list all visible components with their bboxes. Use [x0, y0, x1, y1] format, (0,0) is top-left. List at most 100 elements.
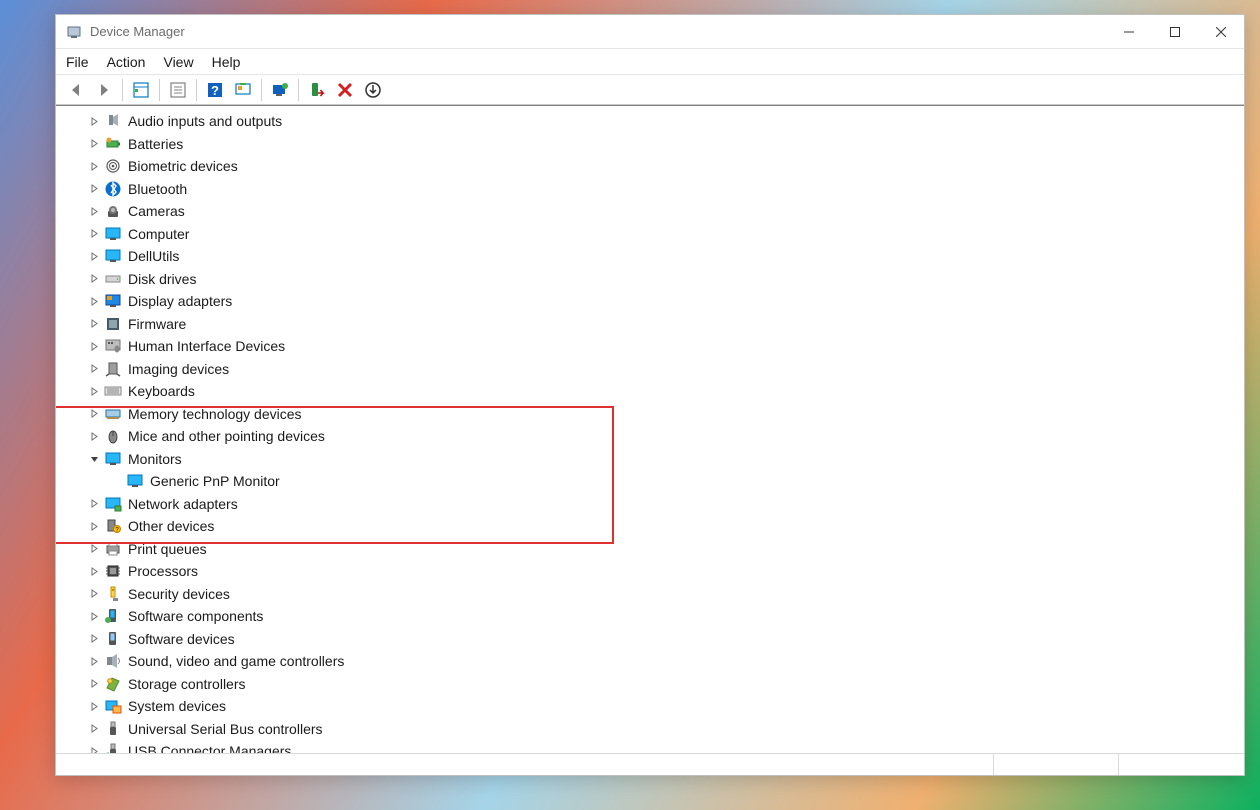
tree-node[interactable]: Computer: [86, 223, 1244, 246]
tree-node[interactable]: Cameras: [86, 200, 1244, 223]
menu-view[interactable]: View: [163, 54, 193, 70]
expand-icon[interactable]: [86, 724, 102, 733]
tree-node[interactable]: Storage controllers: [86, 673, 1244, 696]
tree-node[interactable]: Processors: [86, 560, 1244, 583]
expand-icon[interactable]: [86, 319, 102, 328]
menu-bar: File Action View Help: [56, 49, 1244, 75]
swdev-icon: [104, 630, 122, 648]
collapse-icon[interactable]: [86, 454, 102, 463]
update-driver-button[interactable]: [268, 78, 292, 102]
tree-node-label: Other devices: [128, 518, 214, 534]
imaging-icon: [104, 360, 122, 378]
tree-node[interactable]: Software components: [86, 605, 1244, 628]
forward-button[interactable]: [92, 78, 116, 102]
expand-icon[interactable]: [86, 679, 102, 688]
tree-node[interactable]: System devices: [86, 695, 1244, 718]
tree-node[interactable]: Monitors: [86, 448, 1244, 471]
tree-node[interactable]: Disk drives: [86, 268, 1244, 291]
tree-node[interactable]: USB Connector Managers: [86, 740, 1244, 753]
expand-icon[interactable]: [86, 567, 102, 576]
expand-icon[interactable]: [86, 432, 102, 441]
tree-node[interactable]: Generic PnP Monitor: [86, 470, 1244, 493]
expand-icon[interactable]: [86, 297, 102, 306]
tree-node-label: Cameras: [128, 203, 185, 219]
tree-node[interactable]: DellUtils: [86, 245, 1244, 268]
expand-icon[interactable]: [86, 522, 102, 531]
printer-icon: [104, 540, 122, 558]
monitor-icon: [104, 225, 122, 243]
device-tree[interactable]: Audio inputs and outputsBatteries Biometr…: [56, 106, 1244, 753]
network-icon: [104, 495, 122, 513]
content-area: Audio inputs and outputsBatteries Biometr…: [56, 105, 1244, 753]
tree-node[interactable]: Human Interface Devices: [86, 335, 1244, 358]
expand-icon[interactable]: [86, 162, 102, 171]
tree-node[interactable]: Universal Serial Bus controllers: [86, 718, 1244, 741]
close-button[interactable]: [1198, 16, 1244, 48]
properties-button[interactable]: [166, 78, 190, 102]
tree-node[interactable]: Mice and other pointing devices: [86, 425, 1244, 448]
security-icon: [104, 585, 122, 603]
tree-node-label: Memory technology devices: [128, 406, 302, 422]
show-hide-tree-button[interactable]: [129, 78, 153, 102]
expand-icon[interactable]: [86, 634, 102, 643]
tree-node[interactable]: Batteries: [86, 133, 1244, 156]
scan-hardware-button[interactable]: [231, 78, 255, 102]
expand-icon[interactable]: [86, 499, 102, 508]
tree-node[interactable]: ?Other devices: [86, 515, 1244, 538]
expand-icon[interactable]: [86, 139, 102, 148]
battery-icon: [104, 135, 122, 153]
tree-node-label: Imaging devices: [128, 361, 229, 377]
tree-node[interactable]: Network adapters: [86, 493, 1244, 516]
tree-node-label: Monitors: [128, 451, 182, 467]
expand-icon[interactable]: [86, 657, 102, 666]
hid-icon: [104, 337, 122, 355]
back-button[interactable]: [64, 78, 88, 102]
expand-icon[interactable]: [86, 274, 102, 283]
expand-icon[interactable]: [86, 117, 102, 126]
expand-icon[interactable]: [86, 747, 102, 753]
tree-node[interactable]: Imaging devices: [86, 358, 1244, 381]
expand-icon[interactable]: [86, 409, 102, 418]
tree-node[interactable]: Sound, video and game controllers: [86, 650, 1244, 673]
tree-node[interactable]: Software devices: [86, 628, 1244, 651]
expand-icon[interactable]: [86, 364, 102, 373]
help-button[interactable]: ?: [203, 78, 227, 102]
expand-icon[interactable]: [86, 184, 102, 193]
expand-icon[interactable]: [86, 612, 102, 621]
tree-node-label: Bluetooth: [128, 181, 187, 197]
expand-icon[interactable]: [86, 387, 102, 396]
tree-node-label: Generic PnP Monitor: [150, 473, 280, 489]
tree-node[interactable]: Audio inputs and outputs: [86, 110, 1244, 133]
menu-file[interactable]: File: [66, 54, 89, 70]
tree-node[interactable]: Bluetooth: [86, 178, 1244, 201]
minimize-button[interactable]: [1106, 16, 1152, 48]
expand-icon[interactable]: [86, 544, 102, 553]
expand-icon[interactable]: [86, 342, 102, 351]
tree-node[interactable]: Biometric devices: [86, 155, 1244, 178]
expand-icon[interactable]: [86, 702, 102, 711]
menu-action[interactable]: Action: [107, 54, 146, 70]
tree-node-label: Disk drives: [128, 271, 196, 287]
tree-node[interactable]: Display adapters: [86, 290, 1244, 313]
tree-node[interactable]: Keyboards: [86, 380, 1244, 403]
menu-help[interactable]: Help: [212, 54, 241, 70]
expand-icon[interactable]: [86, 207, 102, 216]
tree-node[interactable]: Memory technology devices: [86, 403, 1244, 426]
swcomp-icon: [104, 607, 122, 625]
enable-device-button[interactable]: [305, 78, 329, 102]
disable-device-button[interactable]: [361, 78, 385, 102]
monitor-icon: [104, 450, 122, 468]
expand-icon[interactable]: [86, 589, 102, 598]
uninstall-device-button[interactable]: [333, 78, 357, 102]
expand-icon[interactable]: [86, 229, 102, 238]
tree-node[interactable]: Security devices: [86, 583, 1244, 606]
maximize-button[interactable]: [1152, 16, 1198, 48]
tree-node-label: Sound, video and game controllers: [128, 653, 344, 669]
tree-node-label: Security devices: [128, 586, 230, 602]
bluetooth-icon: [104, 180, 122, 198]
expand-icon[interactable]: [86, 252, 102, 261]
tree-node[interactable]: Print queues: [86, 538, 1244, 561]
tree-node[interactable]: Firmware: [86, 313, 1244, 336]
keyboard-icon: [104, 382, 122, 400]
tree-node-label: Biometric devices: [128, 158, 238, 174]
